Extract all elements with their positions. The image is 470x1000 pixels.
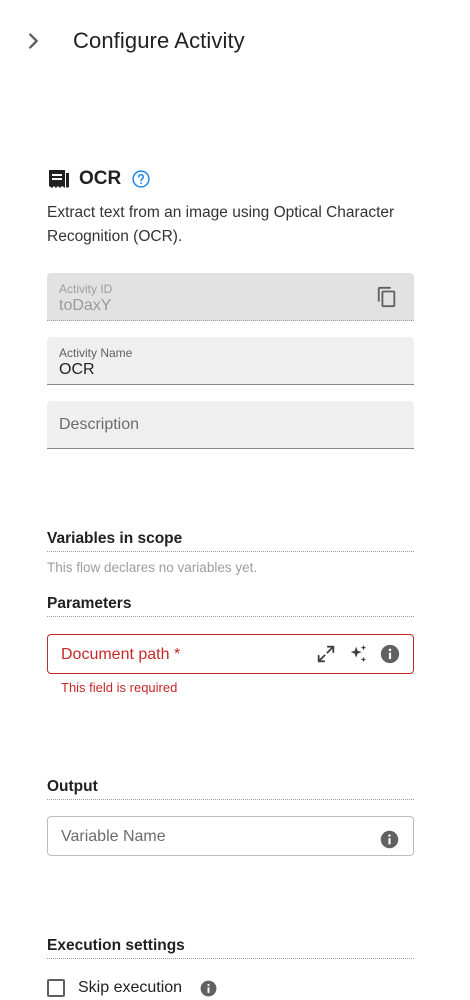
variable-name-placeholder: Variable Name: [61, 828, 166, 845]
receipt-icon: [49, 170, 69, 188]
page-title: Configure Activity: [73, 28, 245, 53]
activity-heading: OCR: [47, 165, 151, 193]
description-field[interactable]: Description: [47, 401, 414, 449]
chevron-right-icon[interactable]: [22, 30, 44, 52]
execution-section-title: Execution settings: [47, 937, 414, 959]
document-path-actions: [315, 643, 401, 665]
variable-name-field[interactable]: Variable Name: [47, 816, 414, 856]
activity-description: Extract text from an image using Optical…: [47, 204, 395, 245]
copy-icon[interactable]: [376, 286, 398, 308]
activity-name-value[interactable]: OCR: [59, 361, 95, 379]
skip-execution-checkbox[interactable]: [47, 979, 65, 997]
document-path-error: This field is required: [61, 680, 178, 695]
output-section-title: Output: [47, 778, 414, 800]
info-icon[interactable]: [379, 829, 400, 850]
activity-name-field[interactable]: Activity Name OCR: [47, 337, 414, 385]
page-header: Configure Activity: [0, 0, 470, 85]
help-circle-icon[interactable]: [131, 169, 151, 189]
description-placeholder: Description: [59, 416, 140, 433]
variables-empty-text: This flow declares no variables yet.: [47, 560, 258, 575]
activity-id-value: toDaxY: [59, 297, 112, 314]
document-path-placeholder: Document path *: [61, 646, 181, 663]
activity-id-label: Activity ID: [59, 282, 113, 296]
activity-name-label: Activity Name: [59, 346, 133, 360]
expand-icon[interactable]: [315, 643, 337, 665]
skip-execution-label[interactable]: Skip execution: [78, 979, 182, 997]
variables-section-title: Variables in scope: [47, 530, 414, 552]
skip-execution-row: Skip execution: [47, 976, 218, 1000]
parameters-section-title: Parameters: [47, 595, 414, 617]
activity-id-field: Activity ID toDaxY: [47, 273, 414, 321]
activity-name: OCR: [79, 168, 122, 189]
document-path-field[interactable]: Document path *: [47, 634, 414, 674]
info-icon[interactable]: [379, 643, 401, 665]
info-icon[interactable]: [199, 979, 218, 998]
sparkle-icon[interactable]: [347, 643, 369, 665]
